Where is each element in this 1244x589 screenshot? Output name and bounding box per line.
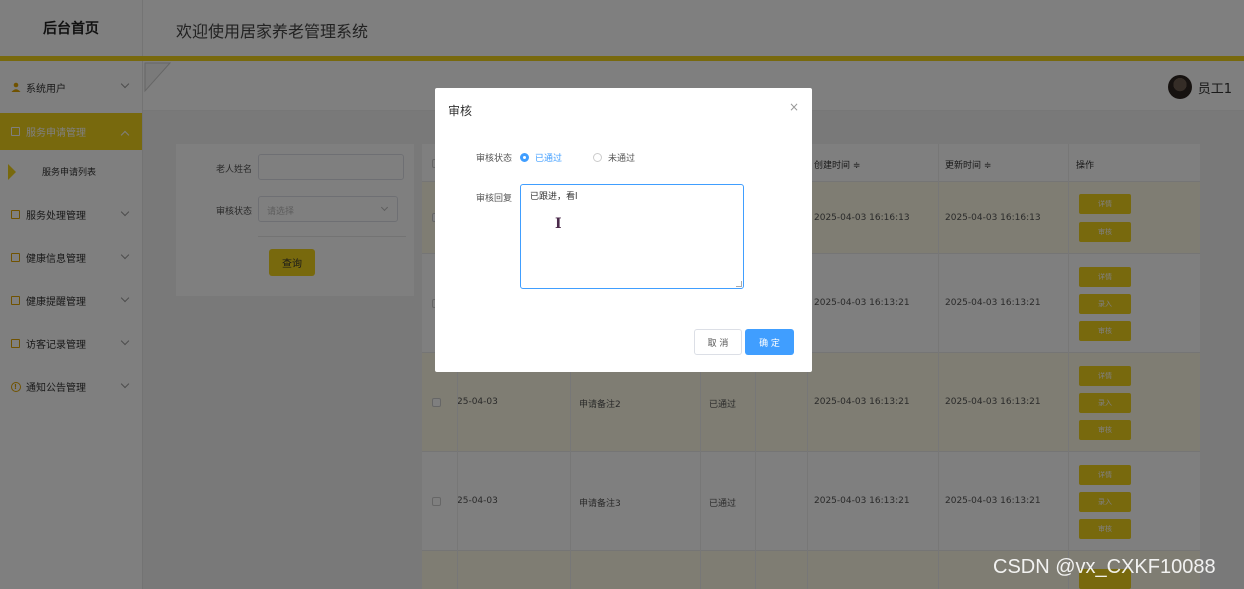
audit-reply-label: 审核回复 — [475, 194, 512, 204]
resize-handle-icon[interactable] — [736, 281, 742, 287]
watermark: CSDN @vx_CXKF10088 — [993, 556, 1216, 578]
close-icon[interactable]: × — [789, 100, 799, 114]
radio-checked-icon — [520, 153, 529, 162]
audit-dialog: 审核 × 审核状态 已通过 未通过 审核回复 已跟进，看l I 取 消 确 定 — [435, 88, 812, 372]
radio-approved[interactable]: 已通过 — [520, 151, 562, 164]
radio-unchecked-icon — [593, 153, 602, 162]
dialog-title: 审核 — [448, 104, 473, 118]
audit-reply-textarea[interactable]: 已跟进，看l — [520, 184, 744, 289]
cancel-button[interactable]: 取 消 — [694, 329, 742, 355]
audit-status-label: 审核状态 — [475, 154, 512, 164]
radio-label: 未通过 — [608, 154, 636, 164]
audit-reply-text: 已跟进，看l — [530, 192, 578, 202]
radio-rejected[interactable]: 未通过 — [593, 151, 635, 164]
radio-label: 已通过 — [535, 154, 563, 164]
text-cursor-icon: I — [555, 216, 562, 232]
confirm-button[interactable]: 确 定 — [745, 329, 794, 355]
